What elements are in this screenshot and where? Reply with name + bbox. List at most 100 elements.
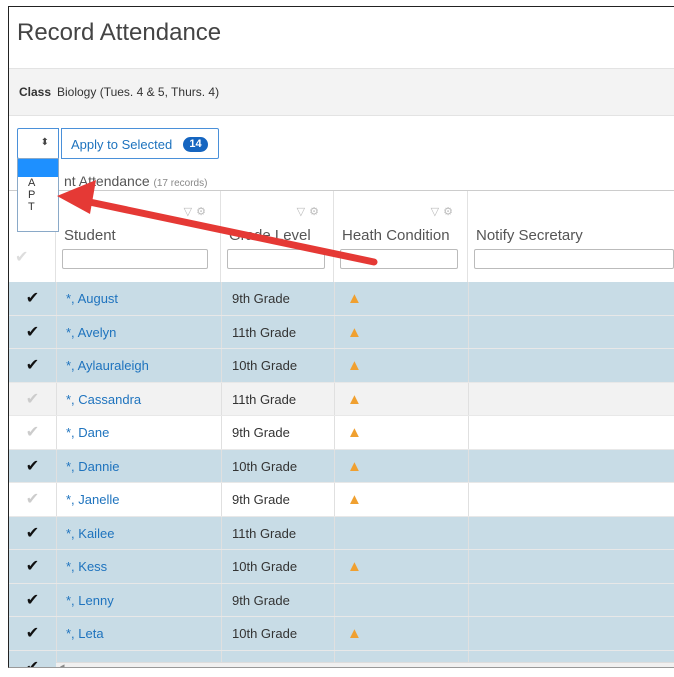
row-check-icon[interactable]: ✔	[9, 483, 56, 516]
row-check-icon[interactable]: ✔	[9, 517, 56, 550]
notify-secretary-cell[interactable]	[468, 583, 674, 616]
header-student-col: ▽⚙ Student	[56, 191, 221, 283]
row-check-icon[interactable]: ✔	[9, 617, 56, 650]
notify-secretary-cell[interactable]	[468, 349, 674, 382]
heath-condition-cell: ▲	[334, 449, 468, 482]
heath-condition-cell: ▲	[334, 617, 468, 650]
row-check-icon[interactable]: ✔	[9, 450, 56, 483]
heath-condition-cell: ▲	[334, 550, 468, 583]
table-row[interactable]: ✔ *, Dannie 10th Grade ▲	[9, 449, 674, 483]
table-row[interactable]: ✔ *, Leta 10th Grade ▲	[9, 617, 674, 651]
row-check-icon[interactable]: ✔	[9, 584, 56, 617]
table-row[interactable]: ✔ *, August 9th Grade ▲	[9, 282, 674, 316]
header-heath-label[interactable]: Heath Condition	[342, 227, 450, 244]
warning-icon[interactable]: ▲	[347, 290, 362, 307]
heath-filter-input[interactable]	[340, 249, 458, 269]
table-row[interactable]: ✔ *, Lenny 9th Grade	[9, 583, 674, 617]
warning-icon[interactable]: ▲	[347, 625, 362, 642]
heath-condition-cell: ▲	[334, 315, 468, 348]
table-row[interactable]: ✔ *, Cassandra 11th Grade ▲	[9, 382, 674, 416]
notify-filter-input[interactable]	[474, 249, 674, 269]
notify-secretary-cell[interactable]	[468, 550, 674, 583]
class-label: Class	[19, 85, 52, 99]
warning-icon[interactable]: ▲	[347, 424, 362, 441]
scroll-left-icon[interactable]: ◂	[60, 661, 65, 667]
header-student-label[interactable]: Student	[64, 227, 116, 244]
row-check-icon[interactable]: ✔	[9, 282, 56, 315]
student-name-link[interactable]: *, Leta	[56, 617, 221, 650]
student-name-link[interactable]: *, Lenny	[56, 583, 221, 616]
header-grade-col: ▽⚙ Grade Level	[221, 191, 334, 283]
warning-icon[interactable]: ▲	[347, 357, 362, 374]
row-check-icon[interactable]: ✔	[9, 316, 56, 349]
student-name-link[interactable]: *, Janelle	[56, 483, 221, 516]
attendance-code-dropdown: A P T	[17, 158, 59, 232]
row-check-icon[interactable]: ✔	[9, 550, 56, 583]
warning-icon[interactable]: ▲	[347, 458, 362, 475]
grade-filter-input[interactable]	[227, 249, 325, 269]
table-row[interactable]: ✔ *, Dane 9th Grade ▲	[9, 416, 674, 450]
student-name-link[interactable]: *, Kailee	[56, 516, 221, 549]
notify-secretary-cell[interactable]	[468, 315, 674, 348]
header-heath-col: ▽⚙ Heath Condition	[334, 191, 468, 283]
class-info-bar: Class Biology (Tues. 4 & 5, Thurs. 4)	[9, 68, 674, 116]
student-name-link[interactable]: *, Dane	[56, 416, 221, 449]
table-row[interactable]: ✔ *, Kailee 11th Grade	[9, 516, 674, 550]
row-check-icon[interactable]: ✔	[9, 416, 56, 449]
warning-icon[interactable]: ▲	[347, 324, 362, 341]
apply-to-selected-button[interactable]: Apply to Selected 14	[61, 128, 219, 159]
table-header: ✔ ▽⚙ Student ▽⚙ Grade Level ▽⚙ Heath Con…	[9, 190, 674, 283]
table-row[interactable]: ✔ *, Kess 10th Grade ▲	[9, 550, 674, 584]
select-arrows-icon: ⬍	[40, 137, 49, 148]
header-notify-label[interactable]: Notify Secretary	[476, 227, 583, 244]
grade-level-cell: 11th Grade	[221, 382, 334, 415]
student-filter-input[interactable]	[62, 249, 208, 269]
student-filter-icons[interactable]: ▽⚙	[184, 205, 210, 218]
section-title: nt Attendance (17 records)	[64, 173, 207, 189]
grade-level-cell: 9th Grade	[221, 483, 334, 516]
notify-secretary-cell[interactable]	[468, 483, 674, 516]
student-name-link[interactable]: *, Avelyn	[56, 315, 221, 348]
header-grade-label[interactable]: Grade Level	[229, 227, 311, 244]
student-name-link[interactable]: *, Kess	[56, 550, 221, 583]
grade-filter-icons[interactable]: ▽⚙	[297, 205, 323, 218]
warning-icon[interactable]: ▲	[347, 558, 362, 575]
grade-level-cell: 10th Grade	[221, 550, 334, 583]
grade-level-cell: 9th Grade	[221, 416, 334, 449]
attendance-code-select[interactable]: ⬍	[17, 128, 59, 159]
warning-icon[interactable]: ▲	[347, 491, 362, 508]
table-row[interactable]: ✔ *, Janelle 9th Grade ▲	[9, 483, 674, 517]
dropdown-highlight-blank[interactable]	[18, 159, 58, 177]
heath-filter-icons[interactable]: ▽⚙	[431, 205, 457, 218]
heath-condition-cell: ▲	[334, 416, 468, 449]
notify-secretary-cell[interactable]	[468, 617, 674, 650]
heath-condition-cell	[334, 583, 468, 616]
student-name-link[interactable]: *, August	[56, 282, 221, 315]
attendance-rows: ✔ *, August 9th Grade ▲ ✔ *, Avelyn 11th Grade…	[9, 282, 674, 668]
horizontal-scrollbar[interactable]: ◂	[56, 661, 674, 667]
heath-condition-cell: ▲	[334, 349, 468, 382]
table-row[interactable]: ✔ *, Avelyn 11th Grade ▲	[9, 315, 674, 349]
student-name-link[interactable]: *, Cassandra	[56, 382, 221, 415]
heath-condition-cell: ▲	[334, 382, 468, 415]
dropdown-option-t[interactable]: T	[18, 201, 58, 213]
row-check-icon[interactable]: ✔	[9, 651, 56, 668]
student-name-link[interactable]: *, Aylauraleigh	[56, 349, 221, 382]
grade-level-cell: 10th Grade	[221, 449, 334, 482]
notify-secretary-cell[interactable]	[468, 449, 674, 482]
dropdown-option-p[interactable]: P	[18, 189, 58, 201]
record-count: (17 records)	[153, 178, 208, 189]
warning-icon[interactable]: ▲	[347, 391, 362, 408]
heath-condition-cell	[334, 516, 468, 549]
row-check-icon[interactable]: ✔	[9, 383, 56, 416]
select-all-check-icon[interactable]: ✔	[15, 247, 28, 267]
table-row[interactable]: ✔ *, Aylauraleigh 10th Grade ▲	[9, 349, 674, 383]
grade-level-cell: 10th Grade	[221, 349, 334, 382]
notify-secretary-cell[interactable]	[468, 282, 674, 315]
student-name-link[interactable]: *, Dannie	[56, 449, 221, 482]
dropdown-option-a[interactable]: A	[18, 177, 58, 189]
row-check-icon[interactable]: ✔	[9, 349, 56, 382]
notify-secretary-cell[interactable]	[468, 416, 674, 449]
notify-secretary-cell[interactable]	[468, 516, 674, 549]
notify-secretary-cell[interactable]	[468, 382, 674, 415]
